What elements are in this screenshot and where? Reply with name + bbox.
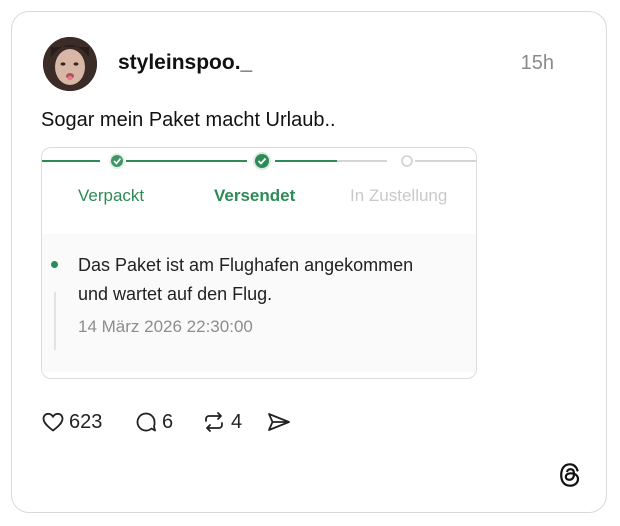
step-in-zustellung: In Zustellung <box>350 186 448 205</box>
avatar[interactable] <box>43 37 97 91</box>
repost-button[interactable]: 4 <box>201 410 242 434</box>
tracking-screenshot[interactable]: Verpackt Versendet In Zustellung Das Pak… <box>41 147 477 379</box>
post-text: Sogar mein Paket macht Urlaub.. <box>41 109 336 131</box>
status-message-line: und wartet auf den Flug. <box>78 284 273 304</box>
repost-icon <box>205 412 223 432</box>
post-timestamp: 15h <box>520 52 554 74</box>
status-message: Das Paket ist am Flughafen angekommen un… <box>78 251 476 309</box>
tracking-stepper <box>42 152 476 170</box>
step-verpackt: Verpackt <box>78 186 145 205</box>
reply-count: 6 <box>162 410 174 433</box>
status-dot-icon <box>51 261 58 268</box>
status-message-line: Das Paket ist am Flughafen angekommen <box>78 255 414 275</box>
reply-button[interactable]: 6 <box>134 410 173 434</box>
reply-icon <box>136 412 156 432</box>
check-icon <box>253 152 271 170</box>
share-icon <box>268 413 290 431</box>
status-entry: Das Paket ist am Flughafen angekommen un… <box>42 234 476 372</box>
step-versendet: Versendet <box>214 186 296 205</box>
heart-icon <box>42 412 64 432</box>
status-date: 14 März 2026 22:30:00 <box>78 317 253 336</box>
repost-count: 4 <box>231 410 243 433</box>
threads-logo-icon <box>558 462 582 493</box>
like-button[interactable]: 623 <box>41 410 102 434</box>
username[interactable]: styleinspoo._ <box>118 51 252 75</box>
check-icon <box>109 153 125 169</box>
post-card: styleinspoo._ 15h Sogar mein Paket macht… <box>11 11 607 513</box>
timeline-line <box>54 292 56 350</box>
like-count: 623 <box>69 410 103 433</box>
share-button[interactable] <box>266 410 292 434</box>
pending-step-icon <box>401 155 413 167</box>
